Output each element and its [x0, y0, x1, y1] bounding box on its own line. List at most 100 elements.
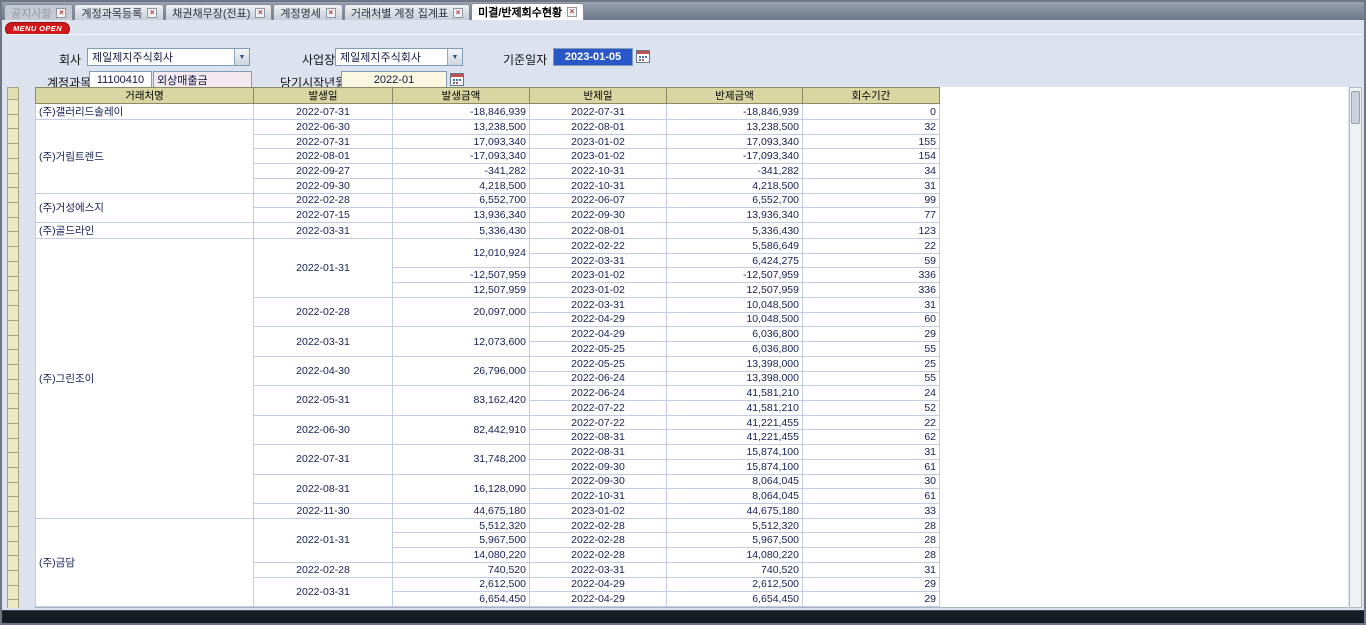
cell-settlement-amount[interactable]: 8,064,045	[667, 474, 803, 489]
cell-occurrence-date[interactable]: 2022-07-31	[254, 104, 393, 120]
row-header-cell[interactable]	[7, 424, 19, 439]
cell-collection-days[interactable]: 336	[803, 268, 940, 283]
cell-occurrence-amount[interactable]: 82,442,910	[393, 415, 530, 444]
table-row[interactable]: (주)거성에스지2022-02-286,552,7002022-06-076,5…	[36, 193, 940, 208]
cell-settlement-amount[interactable]: 10,048,500	[667, 297, 803, 312]
cell-occurrence-date[interactable]: 2022-11-30	[254, 503, 393, 518]
calendar-icon[interactable]	[450, 72, 465, 87]
cell-occurrence-date[interactable]: 2022-08-01	[254, 149, 393, 164]
cell-settlement-amount[interactable]: 12,507,959	[667, 283, 803, 298]
cell-settlement-amount[interactable]: -17,093,340	[667, 149, 803, 164]
row-header-cell[interactable]	[7, 556, 19, 571]
cell-collection-days[interactable]: 30	[803, 474, 940, 489]
cell-collection-days[interactable]: 32	[803, 120, 940, 135]
cell-settlement-date[interactable]: 2022-04-29	[530, 577, 667, 592]
cell-occurrence-amount[interactable]: 14,080,220	[393, 548, 530, 563]
cell-occurrence-amount[interactable]: 13,936,340	[393, 208, 530, 223]
cell-settlement-date[interactable]: 2022-03-31	[530, 297, 667, 312]
cell-occurrence-amount[interactable]: -12,507,959	[393, 268, 530, 283]
calendar-icon[interactable]	[636, 49, 651, 64]
cell-settlement-date[interactable]: 2022-08-01	[530, 120, 667, 135]
row-header-cell[interactable]	[7, 542, 19, 557]
cell-collection-days[interactable]: 0	[803, 104, 940, 120]
cell-collection-days[interactable]: 29	[803, 592, 940, 607]
cell-settlement-date[interactable]: 2022-05-25	[530, 342, 667, 357]
cell-occurrence-amount[interactable]: 6,552,700	[393, 193, 530, 208]
cell-occurrence-date[interactable]: 2022-06-30	[254, 415, 393, 444]
cell-customer[interactable]: (주)거림트렌드	[36, 120, 254, 194]
cell-occurrence-amount[interactable]: 12,073,600	[393, 327, 530, 356]
cell-settlement-date[interactable]: 2022-05-25	[530, 356, 667, 371]
cell-settlement-date[interactable]: 2022-08-31	[530, 430, 667, 445]
chevron-down-icon[interactable]: ▼	[234, 49, 249, 65]
row-header-cell[interactable]	[7, 144, 19, 159]
cell-settlement-amount[interactable]: 5,512,320	[667, 518, 803, 533]
row-header-cell[interactable]	[7, 512, 19, 527]
cell-settlement-amount[interactable]: 17,093,340	[667, 134, 803, 149]
cell-settlement-date[interactable]: 2022-04-29	[530, 592, 667, 607]
cell-settlement-date[interactable]: 2022-10-31	[530, 164, 667, 179]
cell-occurrence-amount[interactable]: -18,846,939	[393, 104, 530, 120]
cell-collection-days[interactable]: 22	[803, 415, 940, 430]
cell-collection-days[interactable]: 28	[803, 533, 940, 548]
cell-settlement-amount[interactable]: 41,581,210	[667, 386, 803, 401]
tab-1[interactable]: 공지사항×	[4, 4, 73, 20]
cell-collection-days[interactable]: 34	[803, 164, 940, 179]
table-row[interactable]: (주)거림트렌드2022-06-3013,238,5002022-08-0113…	[36, 120, 940, 135]
vertical-scrollbar[interactable]	[1349, 87, 1362, 608]
row-header-cell[interactable]	[7, 409, 19, 424]
cell-settlement-date[interactable]: 2022-02-22	[530, 239, 667, 254]
cell-collection-days[interactable]: 55	[803, 342, 940, 357]
cell-occurrence-date[interactable]: 2022-02-28	[254, 193, 393, 208]
cell-occurrence-date[interactable]: 2022-07-31	[254, 445, 393, 474]
cell-settlement-date[interactable]: 2022-07-22	[530, 400, 667, 415]
cell-occurrence-amount[interactable]: 740,520	[393, 562, 530, 577]
cell-settlement-amount[interactable]: -12,507,959	[667, 268, 803, 283]
cell-collection-days[interactable]: 29	[803, 577, 940, 592]
cell-occurrence-amount[interactable]: 20,097,000	[393, 297, 530, 326]
cell-collection-days[interactable]: 55	[803, 371, 940, 386]
cell-occurrence-date[interactable]: 2022-05-31	[254, 386, 393, 415]
cell-collection-days[interactable]: 31	[803, 178, 940, 193]
row-header-cell[interactable]	[7, 571, 19, 586]
cell-settlement-amount[interactable]: 44,675,180	[667, 503, 803, 518]
cell-settlement-amount[interactable]: -341,282	[667, 164, 803, 179]
cell-collection-days[interactable]: 123	[803, 223, 940, 239]
cell-settlement-amount[interactable]: 740,520	[667, 562, 803, 577]
cell-settlement-date[interactable]: 2022-08-01	[530, 223, 667, 239]
chevron-down-icon[interactable]: ▼	[447, 49, 462, 65]
cell-occurrence-date[interactable]: 2022-09-27	[254, 164, 393, 179]
cell-settlement-date[interactable]: 2023-01-02	[530, 268, 667, 283]
cell-settlement-date[interactable]: 2022-04-29	[530, 312, 667, 327]
cell-collection-days[interactable]: 31	[803, 297, 940, 312]
row-header-cell[interactable]	[7, 306, 19, 321]
row-header-cell[interactable]	[7, 453, 19, 468]
row-header-cell[interactable]	[7, 321, 19, 336]
cell-settlement-amount[interactable]: 6,424,275	[667, 253, 803, 268]
cell-occurrence-amount[interactable]: 2,612,500	[393, 577, 530, 592]
cell-occurrence-date[interactable]: 2022-09-30	[254, 178, 393, 193]
cell-occurrence-amount[interactable]: 4,218,500	[393, 178, 530, 193]
cell-collection-days[interactable]: 61	[803, 459, 940, 474]
cell-occurrence-amount[interactable]: 16,128,090	[393, 474, 530, 503]
cell-settlement-date[interactable]: 2023-01-02	[530, 134, 667, 149]
cell-settlement-amount[interactable]: 2,612,500	[667, 577, 803, 592]
row-header-cell[interactable]	[7, 439, 19, 454]
tab-6[interactable]: 미결/반제회수현황×	[471, 3, 584, 20]
cell-settlement-date[interactable]: 2022-02-28	[530, 518, 667, 533]
company-select[interactable]: 제일제지주식회사 ▼	[87, 48, 250, 66]
cell-settlement-amount[interactable]: 5,586,649	[667, 239, 803, 254]
cell-collection-days[interactable]: 52	[803, 400, 940, 415]
row-header-cell[interactable]	[7, 394, 19, 409]
cell-customer[interactable]: (주)거성에스지	[36, 193, 254, 222]
cell-occurrence-amount[interactable]: 5,967,500	[393, 533, 530, 548]
cell-settlement-date[interactable]: 2022-02-28	[530, 548, 667, 563]
cell-collection-days[interactable]: 31	[803, 562, 940, 577]
tab-close-icon[interactable]: ×	[567, 7, 577, 17]
cell-settlement-amount[interactable]: 41,221,455	[667, 415, 803, 430]
cell-occurrence-date[interactable]: 2022-07-31	[254, 134, 393, 149]
cell-settlement-amount[interactable]: 4,218,500	[667, 178, 803, 193]
row-header-cell[interactable]	[7, 218, 19, 233]
cell-collection-days[interactable]: 33	[803, 503, 940, 518]
cell-settlement-date[interactable]: 2022-10-31	[530, 178, 667, 193]
